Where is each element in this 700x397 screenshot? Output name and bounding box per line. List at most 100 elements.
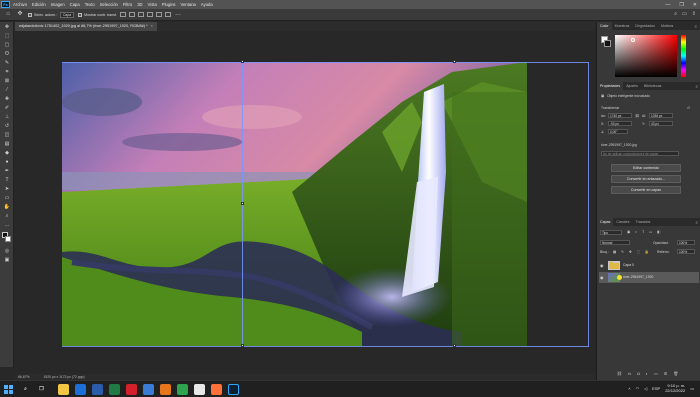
blend-mode-dropdown[interactable]: Normal: [600, 240, 630, 245]
start-button[interactable]: [4, 385, 13, 394]
align-middle-icon[interactable]: [156, 12, 163, 17]
tab-adjustments[interactable]: Ajustes: [623, 82, 641, 90]
zoom-level[interactable]: 66,67%: [18, 375, 30, 379]
tray-chevron-icon[interactable]: ˄: [628, 386, 630, 391]
volume-icon[interactable]: ◁: [644, 386, 647, 391]
color-picker-indicator[interactable]: [631, 38, 635, 42]
menu-ventana[interactable]: Ventana: [181, 2, 196, 7]
opacity-input[interactable]: 100%: [677, 240, 695, 245]
hue-slider[interactable]: [681, 35, 686, 77]
convert-to-linked-button[interactable]: Convertir en enlazado...: [611, 175, 681, 183]
layer-name[interactable]: Capa 0: [623, 260, 634, 271]
move-tool-icon[interactable]: ✥: [16, 11, 24, 18]
hand-tool-icon[interactable]: ✋: [2, 203, 12, 211]
align-bottom-icon[interactable]: [165, 12, 172, 17]
mail-icon[interactable]: [75, 384, 86, 395]
crop-tool-icon[interactable]: ⌗: [2, 68, 12, 76]
x-input[interactable]: -90 px: [608, 121, 632, 126]
new-layer-icon[interactable]: ⊞: [664, 371, 667, 376]
tab-swatches[interactable]: Muestras: [612, 22, 633, 30]
height-input[interactable]: 1036 px: [649, 113, 673, 118]
menu-texto[interactable]: Texto: [85, 2, 95, 7]
layer-comps-select[interactable]: No se aplican composiciones de capas: [601, 151, 679, 156]
menu-vista[interactable]: Vista: [148, 2, 157, 7]
canvas-area[interactable]: [15, 31, 595, 374]
photoshop-logo[interactable]: Ps: [1, 1, 10, 8]
layer-filter-dropdown[interactable]: Tipo: [600, 230, 622, 235]
layer-filter-icons[interactable]: ▣ ◐ T ▭ ◧: [627, 230, 662, 234]
tab-patterns[interactable]: Motivos: [658, 22, 676, 30]
transform-handle-middle-left[interactable]: [241, 202, 244, 205]
photos-icon[interactable]: [143, 384, 154, 395]
panel-menu-icon[interactable]: ≡: [696, 220, 698, 225]
menu-plugins[interactable]: Plugins: [162, 2, 176, 7]
auto-select-target-dropdown[interactable]: Capa: [59, 11, 75, 18]
more-tools-icon[interactable]: …: [2, 221, 12, 229]
eyedropper-tool-icon[interactable]: ⁄: [2, 86, 12, 94]
artboard-tool-icon[interactable]: ⬚: [2, 32, 12, 40]
tab-properties[interactable]: Propiedades: [597, 82, 624, 90]
eraser-tool-icon[interactable]: ◫: [2, 131, 12, 139]
layer-style-icon[interactable]: fx: [628, 371, 631, 376]
panel-background-swatch[interactable]: [604, 40, 611, 47]
blur-tool-icon[interactable]: ◆: [2, 149, 12, 157]
transform-controls-checkbox[interactable]: [78, 12, 83, 17]
tab-layers[interactable]: Capas: [597, 218, 614, 226]
transform-handle-top-center[interactable]: [453, 60, 456, 63]
screen-mode-icon[interactable]: ▣: [2, 256, 12, 264]
notifications-icon[interactable]: ▭: [690, 386, 694, 391]
shape-tool-icon[interactable]: ▭: [2, 194, 12, 202]
layer-row[interactable]: ◉ Capa 0: [599, 260, 699, 271]
link-layers-icon[interactable]: ⛓: [617, 371, 622, 376]
quick-select-tool-icon[interactable]: ✎: [2, 59, 12, 67]
photoshop-icon[interactable]: [228, 384, 239, 395]
transform-right-edge[interactable]: [588, 62, 589, 347]
vlc-icon[interactable]: [160, 384, 171, 395]
type-tool-icon[interactable]: T: [2, 176, 12, 184]
marquee-tool-icon[interactable]: ▢: [2, 41, 12, 49]
chrome-icon[interactable]: [194, 384, 205, 395]
menu-seleccion[interactable]: Selección: [100, 2, 118, 7]
color-field[interactable]: [615, 35, 677, 77]
workspace-icon[interactable]: ▭: [682, 11, 687, 17]
corel-icon[interactable]: [177, 384, 188, 395]
color-swatches[interactable]: [2, 232, 12, 244]
transform-handle-bottom-center[interactable]: [453, 344, 456, 347]
move-tool-icon[interactable]: ✥: [2, 23, 12, 31]
waterfall-image[interactable]: [62, 62, 527, 346]
network-icon[interactable]: ◠: [636, 386, 640, 391]
transform-handle-bottom-left[interactable]: [241, 344, 244, 347]
tab-gradients[interactable]: Degradados: [632, 22, 658, 30]
panel-menu-icon[interactable]: ≡: [695, 24, 697, 29]
new-group-icon[interactable]: ▭: [654, 371, 658, 376]
tab-channels[interactable]: Canales: [613, 218, 632, 226]
zoom-tool-icon[interactable]: ⌕: [2, 212, 12, 220]
menu-imagen[interactable]: Imagen: [51, 2, 65, 7]
transform-top-edge[interactable]: [62, 62, 589, 63]
visibility-eye-icon[interactable]: ◉: [600, 275, 604, 280]
auto-select-checkbox[interactable]: [28, 12, 32, 17]
align-center-icon[interactable]: [129, 12, 136, 17]
opera-icon[interactable]: [126, 384, 137, 395]
brush-tool-icon[interactable]: ✐: [2, 104, 12, 112]
more-options-icon[interactable]: …: [174, 11, 182, 18]
add-mask-icon[interactable]: ◘: [637, 371, 639, 376]
layer-name[interactable]: river-2951997_1920: [623, 272, 653, 283]
close-window-button[interactable]: ✕: [693, 2, 697, 8]
search-icon[interactable]: ⌕: [674, 11, 677, 17]
maximize-button[interactable]: ❐: [679, 2, 683, 8]
word-icon[interactable]: [92, 384, 103, 395]
path-selection-tool-icon[interactable]: ➤: [2, 185, 12, 193]
menu-archivo[interactable]: Archivo: [13, 2, 27, 7]
panel-menu-icon[interactable]: ≡: [696, 84, 698, 89]
delete-layer-icon[interactable]: 🗑: [673, 371, 678, 376]
pen-tool-icon[interactable]: ✒: [2, 167, 12, 175]
link-dimensions-icon[interactable]: ⛓: [635, 114, 639, 118]
language-indicator[interactable]: ESP: [652, 386, 660, 391]
reset-transform-icon[interactable]: ↺: [687, 106, 690, 110]
menu-ayuda[interactable]: Ayuda: [201, 2, 213, 7]
layer-row-selected[interactable]: ◉ river-2951997_1920: [599, 272, 699, 283]
lasso-tool-icon[interactable]: ʘ: [2, 50, 12, 58]
tab-color[interactable]: Color: [597, 22, 612, 30]
tab-libraries[interactable]: Bibliotecas: [641, 82, 664, 90]
